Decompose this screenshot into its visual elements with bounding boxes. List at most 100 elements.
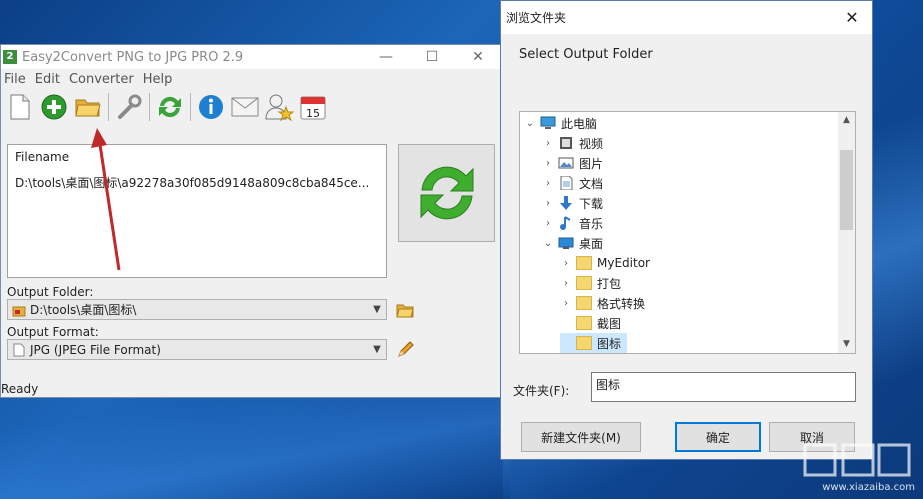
settings-wrench-icon[interactable] xyxy=(112,91,146,123)
maximize-button[interactable]: ☐ xyxy=(409,49,455,65)
tree-item-label: 截图 xyxy=(597,316,622,331)
tree-item-label: 此电脑 xyxy=(561,116,598,131)
info-icon[interactable] xyxy=(194,91,228,123)
file-format-icon xyxy=(13,343,25,356)
chevron-right-icon[interactable]: › xyxy=(560,298,572,309)
user-star-icon[interactable] xyxy=(262,91,296,123)
app-title: Easy2Convert PNG to JPG PRO 2.9 xyxy=(22,49,244,65)
tree-item-label: 格式转换 xyxy=(597,296,646,311)
list-item[interactable]: D:\tools\桌面\图标\a92278a30f085d9148a809c8c… xyxy=(8,166,386,199)
tree-item-this-pc[interactable]: ⌄ 此电脑 xyxy=(524,113,597,133)
tree-item-videos[interactable]: › 视频 xyxy=(542,133,603,153)
folder-drive-icon xyxy=(12,306,26,316)
status-bar-text: Ready xyxy=(1,382,39,396)
browse-folder-icon[interactable] xyxy=(396,301,414,319)
tree-item-label: 视频 xyxy=(579,136,604,151)
pictures-folder-icon xyxy=(558,157,574,169)
folder-field-input[interactable]: 图标 xyxy=(591,372,856,402)
tree-item-label: 打包 xyxy=(597,276,622,291)
output-format-label: Output Format: xyxy=(7,325,99,339)
output-folder-label: Output Folder: xyxy=(7,285,94,299)
output-folder-combo[interactable]: D:\tools\桌面\图标\ ▼ xyxy=(7,299,387,320)
folder-icon xyxy=(576,256,592,270)
annotation-arrow xyxy=(91,128,121,271)
app-window: 2 Easy2Convert PNG to JPG PRO 2.9 — ☐ ✕ … xyxy=(0,44,502,398)
folder-icon xyxy=(576,296,592,310)
menu-converter[interactable]: Converter xyxy=(66,72,140,87)
convert-button[interactable] xyxy=(398,144,495,242)
browse-folder-dialog: 浏览文件夹 ✕ Select Output Folder ⌄ 此电脑 › 视频 … xyxy=(500,0,873,460)
folder-icon xyxy=(576,276,592,290)
chevron-right-icon[interactable]: › xyxy=(560,258,572,269)
output-format-value: JPG (JPEG File Format) xyxy=(30,342,161,357)
output-format-combo[interactable]: JPG (JPEG File Format) ▼ xyxy=(7,339,387,360)
tree-item-music[interactable]: › 音乐 xyxy=(542,213,603,233)
chevron-right-icon[interactable]: › xyxy=(542,178,554,189)
chevron-down-icon[interactable]: ▼ xyxy=(368,304,386,315)
tree-scrollbar[interactable]: ▲ ▼ xyxy=(838,112,855,353)
tree-item-pictures[interactable]: › 图片 xyxy=(542,153,603,173)
dialog-subtitle: Select Output Folder xyxy=(519,47,653,62)
new-folder-button[interactable]: 新建文件夹(M) xyxy=(521,422,641,452)
tree-item-desktop[interactable]: ⌄ 桌面 xyxy=(542,233,603,253)
scroll-down-icon[interactable]: ▼ xyxy=(838,336,855,353)
menu-help[interactable]: Help xyxy=(140,72,179,87)
chevron-down-icon[interactable]: ⌄ xyxy=(542,238,554,249)
desktop-background-glow xyxy=(0,389,510,499)
toolbar-separator xyxy=(190,93,191,121)
file-list[interactable]: Filename D:\tools\桌面\图标\a92278a30f085d91… xyxy=(7,144,387,278)
chevron-right-icon[interactable]: › xyxy=(560,278,572,289)
desktop-folder-icon xyxy=(558,237,574,249)
tree-item-label: MyEditor xyxy=(597,256,650,270)
dialog-close-button[interactable]: ✕ xyxy=(832,8,872,27)
tree-item-label: 图片 xyxy=(579,156,604,171)
convert-arrows-icon xyxy=(420,166,473,220)
new-file-icon[interactable] xyxy=(3,91,37,123)
folder-icon xyxy=(576,336,592,350)
ok-button[interactable]: 确定 xyxy=(675,422,761,452)
chevron-down-icon[interactable]: ▼ xyxy=(368,344,386,355)
tree-item-documents[interactable]: › 文档 xyxy=(542,173,603,193)
menu-bar: File Edit Converter Help xyxy=(1,69,501,89)
app-titlebar[interactable]: 2 Easy2Convert PNG to JPG PRO 2.9 — ☐ ✕ xyxy=(1,45,501,69)
music-folder-icon xyxy=(560,216,571,230)
toolbar-separator xyxy=(149,93,150,121)
folder-field-label: 文件夹(F): xyxy=(513,384,570,398)
refresh-convert-icon[interactable] xyxy=(153,91,187,123)
menu-file[interactable]: File xyxy=(1,72,32,87)
scroll-up-icon[interactable]: ▲ xyxy=(838,112,855,129)
calendar-icon[interactable]: 15 xyxy=(296,91,330,123)
close-button[interactable]: ✕ xyxy=(455,49,501,65)
chevron-right-icon[interactable]: › xyxy=(542,218,554,229)
add-file-icon[interactable] xyxy=(37,91,71,123)
dialog-titlebar[interactable]: 浏览文件夹 ✕ xyxy=(501,1,872,34)
edit-pencil-icon[interactable] xyxy=(396,341,414,359)
output-folder-value: D:\tools\桌面\图标\ xyxy=(30,303,137,317)
tree-item-myeditor[interactable]: › MyEditor xyxy=(560,253,650,273)
toolbar: 15 xyxy=(1,89,501,125)
tree-item-downloads[interactable]: › 下载 xyxy=(542,193,603,213)
chevron-right-icon[interactable]: › xyxy=(542,138,554,149)
chevron-right-icon[interactable]: › xyxy=(542,158,554,169)
toolbar-separator xyxy=(108,93,109,121)
minimize-button[interactable]: — xyxy=(363,49,409,65)
tree-item-dabao[interactable]: › 打包 xyxy=(560,273,621,293)
menu-edit[interactable]: Edit xyxy=(32,72,66,87)
tree-item-screenshots[interactable]: 截图 xyxy=(560,313,621,333)
open-folder-icon[interactable] xyxy=(71,91,105,123)
tree-item-icons-selected[interactable]: 图标 xyxy=(560,333,628,353)
watermark-text: www.xiazaiba.com xyxy=(822,482,915,493)
tree-item-label: 下载 xyxy=(579,196,604,211)
downloads-folder-icon xyxy=(560,196,572,210)
tree-item-label: 图标 xyxy=(597,336,622,351)
chevron-down-icon[interactable]: ⌄ xyxy=(524,118,536,129)
list-header-filename[interactable]: Filename xyxy=(8,145,386,166)
folder-tree[interactable]: ⌄ 此电脑 › 视频 › 图片 › 文档 › 下载 › 音乐 ⌄ 桌面 › My… xyxy=(519,111,856,354)
scroll-thumb[interactable] xyxy=(840,150,853,230)
mail-icon[interactable] xyxy=(228,91,262,123)
folder-icon xyxy=(576,316,592,330)
app-logo-icon: 2 xyxy=(3,50,17,64)
calendar-day: 15 xyxy=(306,107,320,120)
tree-item-format-convert[interactable]: › 格式转换 xyxy=(560,293,645,313)
chevron-right-icon[interactable]: › xyxy=(542,198,554,209)
